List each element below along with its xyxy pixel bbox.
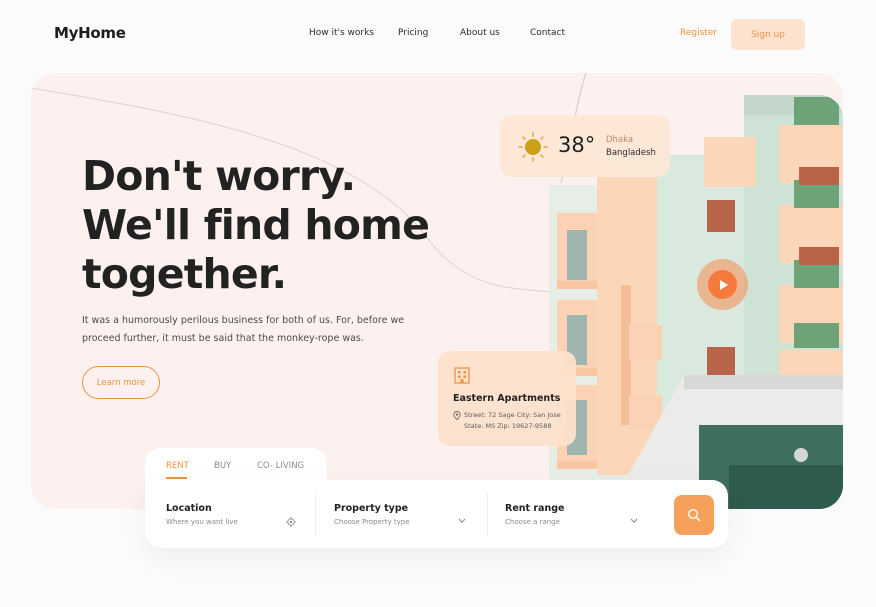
- nav-link-pricing[interactable]: Pricing: [398, 28, 428, 38]
- tab-buy[interactable]: BUY: [214, 461, 231, 471]
- rent-range-select[interactable]: Choose a range: [505, 518, 560, 526]
- property-type-label: Property type: [334, 503, 409, 514]
- building-icon: [454, 367, 470, 384]
- nav-link-contact[interactable]: Contact: [530, 28, 565, 38]
- tab-co-living[interactable]: CO- LIVING: [257, 461, 304, 471]
- signup-button[interactable]: Sign up: [731, 19, 805, 50]
- locate-icon[interactable]: [286, 517, 296, 527]
- play-icon: [719, 279, 728, 290]
- signup-label: Sign up: [751, 29, 785, 40]
- listing-address-line-2: State: MS Zip: 19627-9588: [464, 422, 552, 430]
- search-button[interactable]: [674, 495, 714, 535]
- listing-card[interactable]: Eastern Apartments Street: 72 Sage City:…: [438, 351, 576, 446]
- learn-more-label: Learn more: [96, 377, 146, 388]
- chevron-down-icon[interactable]: [458, 518, 466, 524]
- chevron-down-icon[interactable]: [630, 518, 638, 524]
- location-label: Location: [166, 503, 212, 514]
- hero-subtext: It was a humorously perilous business fo…: [82, 315, 405, 344]
- nav-link-how-it-works[interactable]: How it's works: [309, 28, 374, 38]
- headline-line-3: together.: [82, 250, 287, 298]
- play-video-button[interactable]: [697, 259, 748, 310]
- weather-temperature: 38°: [558, 133, 596, 157]
- weather-country: Bangladesh: [606, 148, 656, 158]
- learn-more-button[interactable]: Learn more: [82, 366, 160, 399]
- location-input[interactable]: Where you want live: [166, 518, 238, 526]
- listing-title: Eastern Apartments: [453, 393, 561, 404]
- search-icon: [687, 508, 701, 522]
- headline-line-2: We'll find home: [82, 201, 430, 249]
- register-link[interactable]: Register: [680, 28, 717, 38]
- play-button-inner: [708, 270, 737, 299]
- search-panel: Location Where you want live Property ty…: [145, 480, 728, 548]
- headline-line-1: Don't worry.: [82, 152, 356, 200]
- location-pin-icon: [453, 411, 461, 420]
- rent-range-label: Rent range: [505, 503, 565, 514]
- hero-headline: Don't worry. We'll find home together.: [82, 152, 442, 299]
- property-type-select[interactable]: Choose Property type: [334, 518, 410, 526]
- field-divider: [487, 494, 488, 536]
- nav-link-about-us[interactable]: About us: [460, 28, 500, 38]
- active-tab-indicator: [166, 477, 187, 479]
- sun-icon: [518, 132, 548, 162]
- tab-rent[interactable]: RENT: [166, 461, 189, 471]
- weather-card: 38° Dhaka Bangladesh: [500, 115, 670, 177]
- listing-address-line-1: Street: 72 Sage City: San Jose: [464, 411, 561, 419]
- field-divider: [315, 494, 316, 536]
- weather-city: Dhaka: [606, 135, 634, 145]
